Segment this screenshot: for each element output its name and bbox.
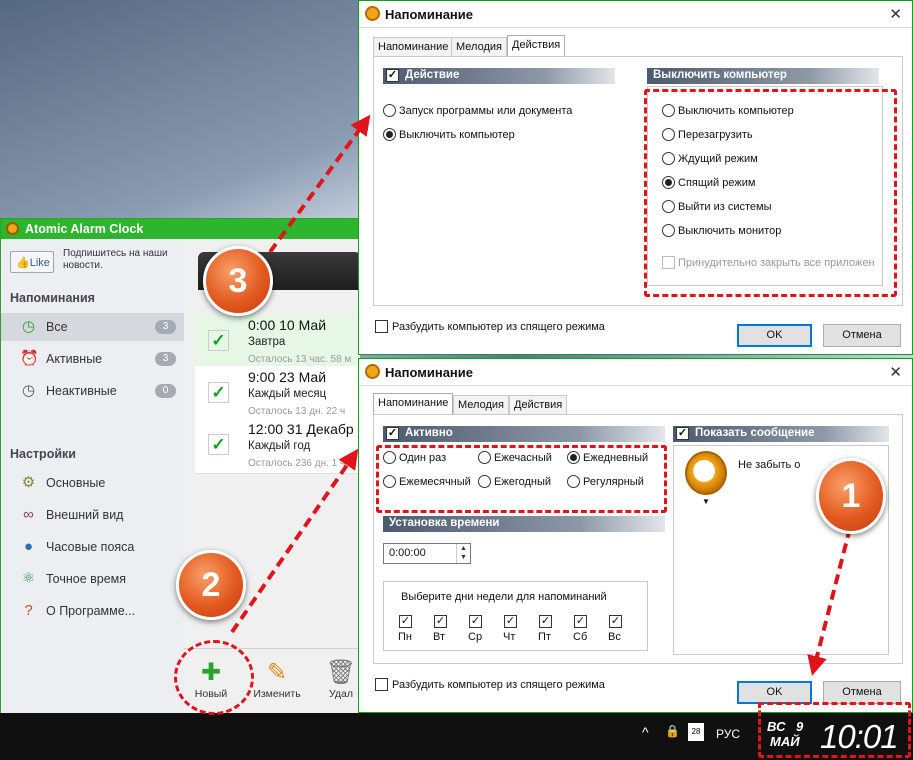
annotation-arrows: [230, 114, 852, 676]
callout-3: 3: [203, 246, 273, 316]
callout-2: 2: [176, 550, 246, 620]
arrow-2: [230, 448, 359, 634]
callout-1: 1: [816, 458, 886, 534]
arrow-1: [807, 527, 852, 676]
arrow-3: [268, 114, 371, 254]
